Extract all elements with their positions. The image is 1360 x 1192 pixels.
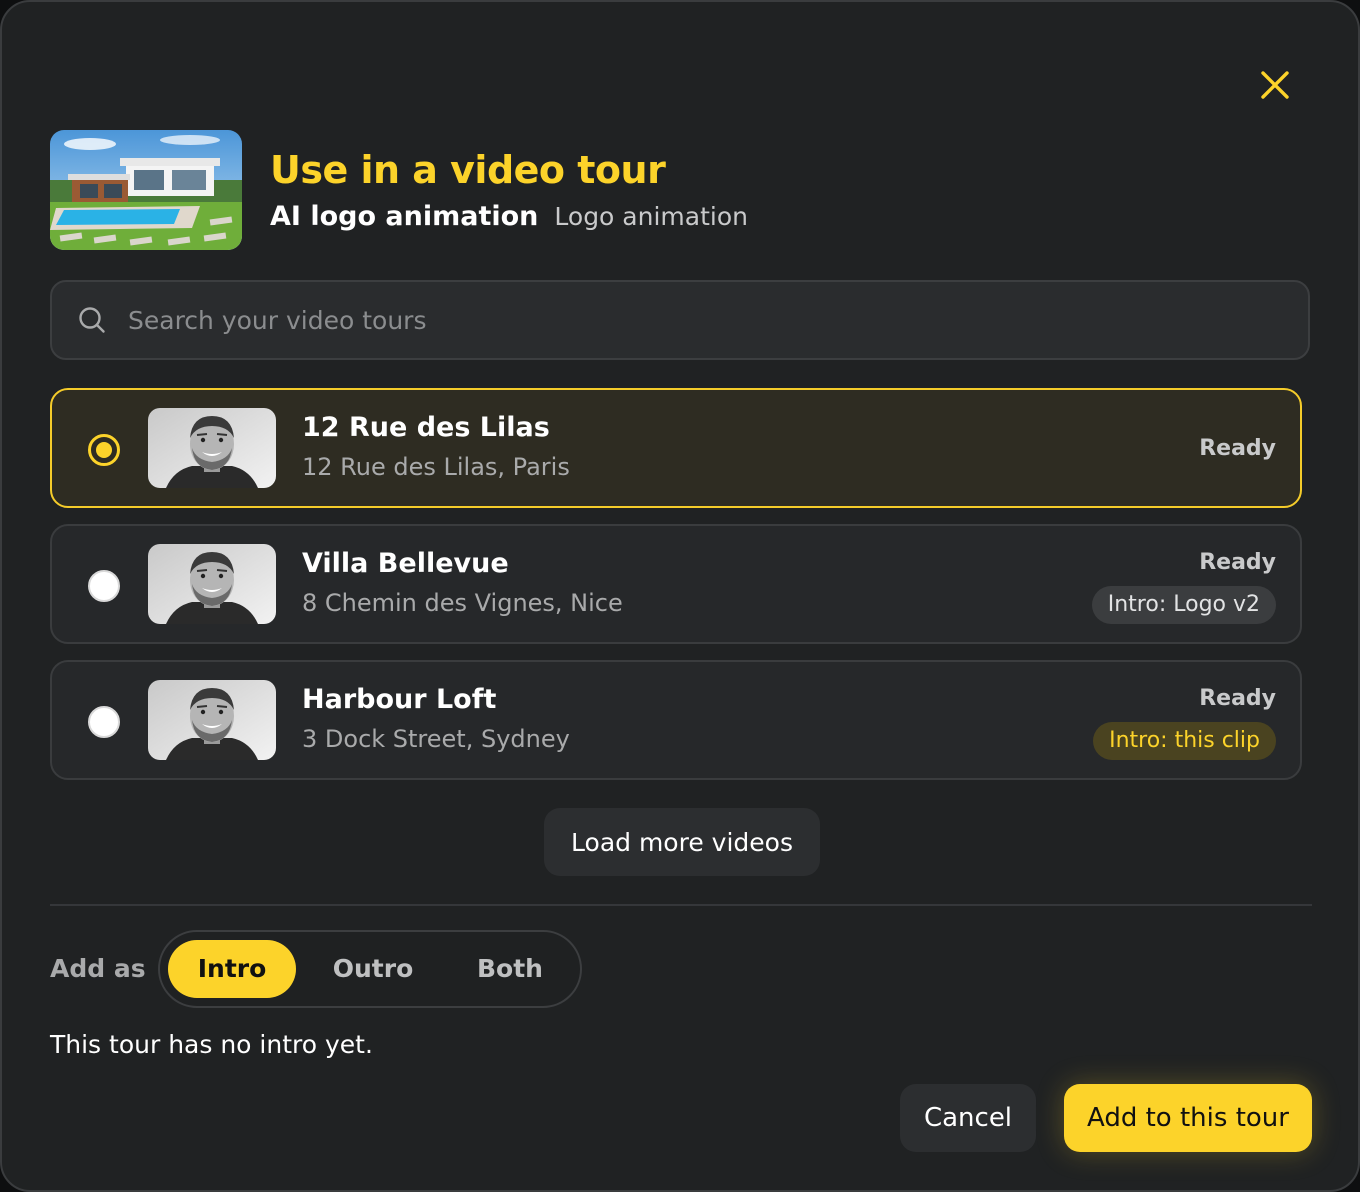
search-input[interactable]: [128, 282, 1308, 358]
tour-radio[interactable]: [88, 706, 120, 738]
tour-address: 8 Chemin des Vignes, Nice: [302, 589, 623, 617]
tour-thumbnail: [148, 408, 276, 488]
close-button[interactable]: [1252, 62, 1298, 108]
intro-hint: This tour has no intro yet.: [50, 1030, 373, 1059]
tour-item[interactable]: Harbour Loft 3 Dock Street, Sydney Ready…: [50, 660, 1302, 780]
tour-item[interactable]: 12 Rue des Lilas 12 Rue des Lilas, Paris…: [50, 388, 1302, 508]
divider: [50, 904, 1312, 906]
tour-name: Villa Bellevue: [302, 548, 509, 579]
tour-name: Harbour Loft: [302, 684, 497, 715]
tour-address: 12 Rue des Lilas, Paris: [302, 453, 570, 481]
load-more-button[interactable]: Load more videos: [544, 808, 820, 876]
tour-status: Ready: [1199, 686, 1276, 711]
tour-address: 3 Dock Street, Sydney: [302, 725, 570, 753]
add-as-intro-option[interactable]: Intro: [168, 940, 296, 998]
tour-thumbnail: [148, 544, 276, 624]
add-as-both-option[interactable]: Both: [444, 940, 576, 998]
close-icon: [1261, 71, 1289, 99]
tour-item[interactable]: Villa Bellevue 8 Chemin des Vignes, Nice…: [50, 524, 1302, 644]
dialog-title: Use in a video tour: [270, 148, 666, 192]
add-as-label: Add as: [50, 954, 146, 983]
add-to-tour-button[interactable]: Add to this tour: [1064, 1084, 1312, 1152]
add-as-outro-option[interactable]: Outro: [304, 940, 442, 998]
video-tour-dialog: Use in a video tour AI logo animation Lo…: [0, 0, 1360, 1192]
search-box[interactable]: [50, 280, 1310, 360]
clip-type: Logo animation: [554, 202, 748, 231]
tour-status: Ready: [1199, 550, 1276, 575]
tour-status: Ready: [1199, 436, 1276, 461]
tour-name: 12 Rue des Lilas: [302, 412, 550, 443]
search-icon: [79, 307, 105, 333]
add-as-toggle: Intro Outro Both: [158, 930, 582, 1008]
tour-thumbnail: [148, 680, 276, 760]
clip-thumbnail: [50, 130, 242, 250]
tour-radio[interactable]: [88, 570, 120, 602]
intro-badge-current-clip: Intro: this clip: [1093, 722, 1276, 760]
intro-badge: Intro: Logo v2: [1091, 586, 1276, 624]
dialog-header: Use in a video tour AI logo animation Lo…: [50, 130, 748, 250]
clip-name: AI logo animation: [270, 201, 539, 232]
cancel-button[interactable]: Cancel: [900, 1084, 1036, 1152]
tour-radio-selected[interactable]: [88, 434, 120, 466]
